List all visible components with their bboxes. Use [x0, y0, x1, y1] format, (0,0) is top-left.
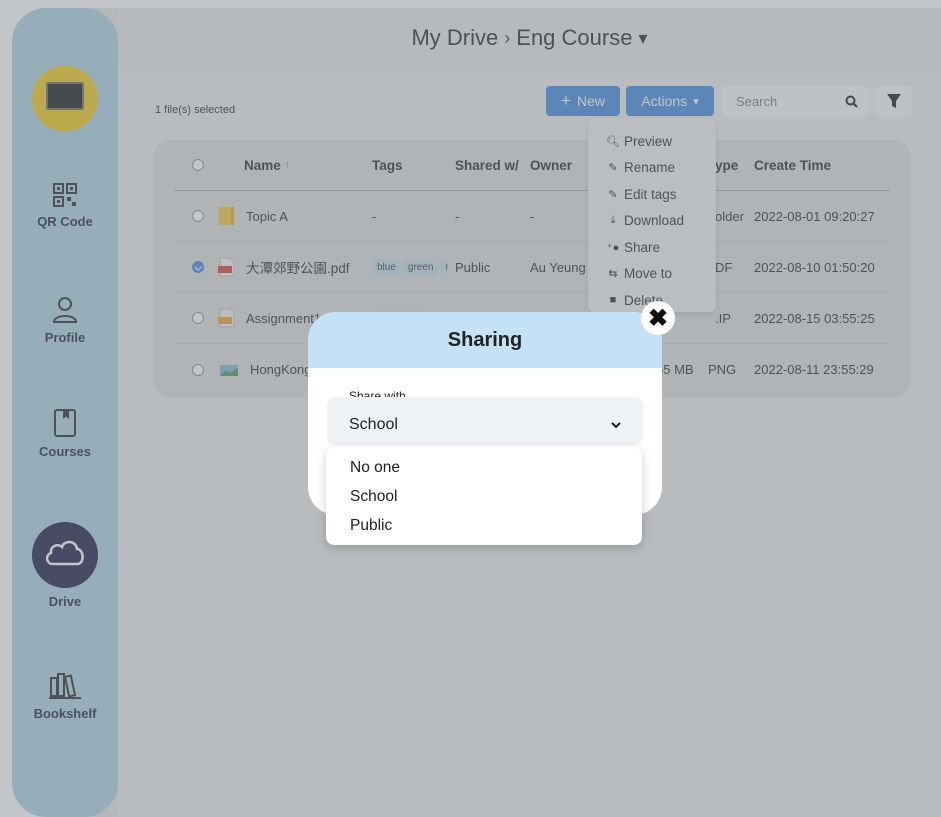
share-with-select[interactable]: School	[327, 397, 643, 445]
close-icon[interactable]: ✖	[641, 301, 675, 335]
share-with-value: School	[349, 416, 398, 433]
share-options-list: No one School Public	[326, 447, 642, 545]
option-no-one[interactable]: No one	[326, 453, 642, 482]
option-school[interactable]: School	[326, 482, 642, 511]
dialog-title: Sharing	[308, 312, 662, 368]
option-public[interactable]: Public	[326, 511, 642, 540]
chevron-down-icon	[611, 421, 621, 428]
